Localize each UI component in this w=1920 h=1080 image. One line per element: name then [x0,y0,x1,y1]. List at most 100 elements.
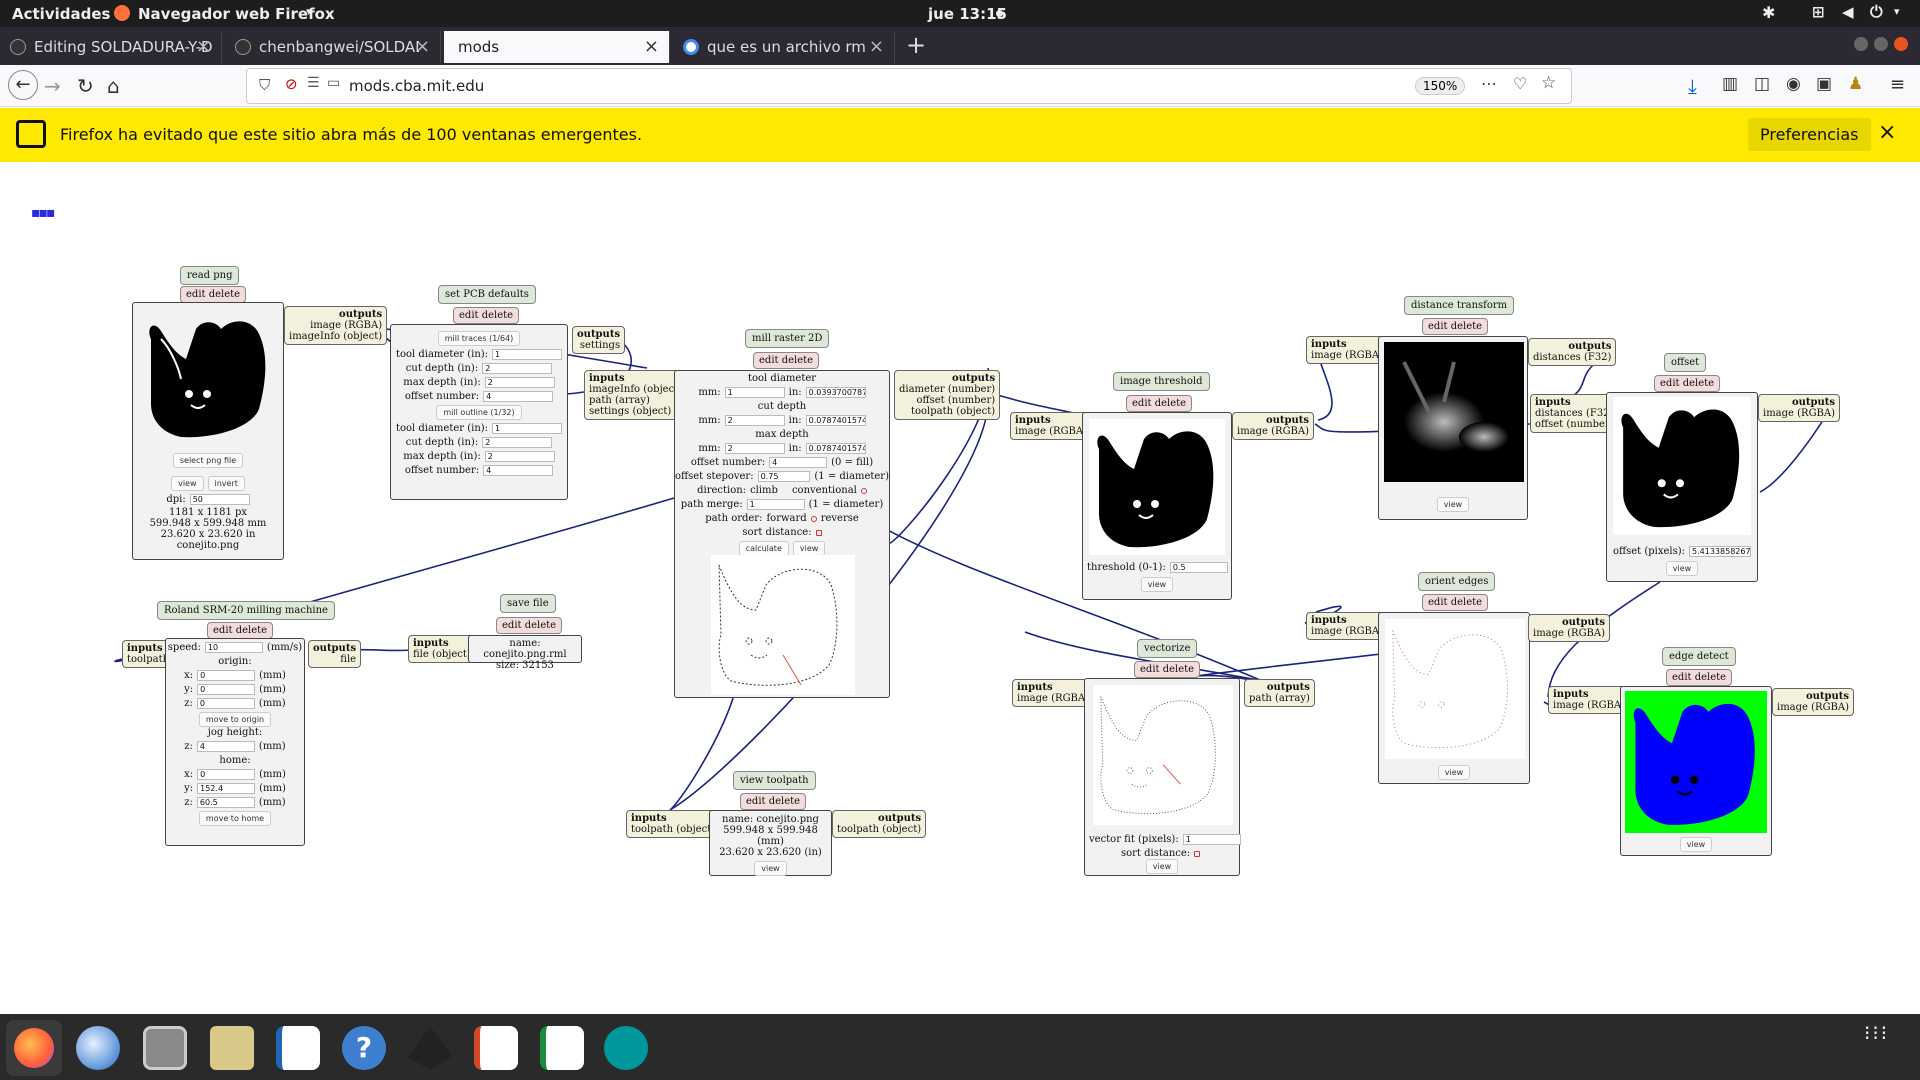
output-image[interactable]: image (RGBA) [1237,426,1309,437]
extension-icon[interactable]: ♟ [1848,74,1863,94]
edge-detect-title[interactable]: edge detect [1662,647,1736,666]
tracking-shield-icon[interactable]: ⛉ [259,76,270,94]
input-image[interactable]: image (RGBA) [1311,626,1383,637]
insecure-lock-icon[interactable]: ⊘ [285,75,298,93]
view-button[interactable]: view [1436,497,1470,512]
vectorize-title[interactable]: vectorize [1137,639,1198,658]
roland-edit-delete[interactable]: edit delete [207,622,274,639]
volume-icon[interactable]: ◀ [1842,3,1854,21]
close-tab-icon[interactable]: × [415,36,430,57]
move-to-home-button[interactable]: move to home [198,811,272,826]
output-path[interactable]: path (array) [1249,693,1310,704]
sidebar-icon[interactable]: ◫ [1754,74,1770,94]
home-z-input[interactable]: 60.5 [196,797,255,808]
read-png-outputs[interactable]: outputs image (RGBA) imageInfo (object) [284,306,388,345]
view-button[interactable]: view [1665,561,1699,576]
threshold-input[interactable]: 0.5 [1169,562,1228,573]
input-distances[interactable]: distances (F32) [1535,408,1614,419]
calculate-button[interactable]: calculate [738,541,789,556]
screenshot-icon[interactable]: ▣ [1816,74,1832,94]
input-toolpath[interactable]: toolpath (object) [631,824,715,835]
network-icon[interactable]: ⊞ [1812,3,1825,21]
view-button[interactable]: view [1437,765,1471,780]
diameter-in-input[interactable]: 0.03937007874 [805,387,866,398]
input-file[interactable]: file (object) [413,649,471,660]
outline-diameter-input[interactable]: 1 [492,423,563,434]
rhythmbox-icon[interactable] [210,1026,254,1070]
traces-max-input[interactable]: 2 [484,377,555,388]
view-button[interactable]: view [1140,577,1174,592]
output-diameter[interactable]: diameter (number) [899,384,995,395]
max-in-input[interactable]: 0.0787401574E [805,443,866,454]
traces-offset-input[interactable]: 4 [483,391,554,402]
pcb-edit-delete[interactable]: edit delete [453,307,520,324]
read-png-edit-delete[interactable]: edit delete [180,286,247,303]
mill-outline-button[interactable]: mill outline (1/32) [436,405,522,420]
orient-inputs[interactable]: inputs image (RGBA) [1306,612,1389,640]
origin-y-input[interactable]: 0 [197,684,256,695]
new-tab-icon[interactable]: + [906,31,926,59]
diameter-mm-input[interactable]: 1 [724,387,785,398]
image-threshold-title[interactable]: image threshold [1113,372,1210,391]
traces-cut-input[interactable]: 2 [482,363,553,374]
output-settings[interactable]: settings [577,340,620,351]
mill-traces-button[interactable]: mill traces (1/64) [437,331,521,346]
output-distances[interactable]: distances (F32) [1533,352,1611,363]
output-image[interactable]: image (RGBA) [1533,628,1605,639]
offset-pixels-input[interactable]: 5.41338582677 [1689,546,1752,557]
move-to-origin-button[interactable]: move to origin [198,712,272,727]
activities-button[interactable]: Actividades [12,5,110,23]
sort-checkbox[interactable] [1194,850,1201,857]
origin-x-input[interactable]: 0 [197,670,256,681]
vectorize-outputs[interactable]: outputs path (array) [1244,679,1315,707]
threshold-inputs[interactable]: inputs image (RGBA) [1010,412,1093,440]
save-inputs[interactable]: inputs file (object) [408,635,476,663]
power-icon[interactable]: ⏻ [1870,2,1883,22]
outline-max-input[interactable]: 2 [484,451,555,462]
vector-fit-input[interactable]: 1 [1182,834,1241,845]
distance-inputs[interactable]: inputs image (RGBA) [1306,336,1389,364]
distance-outputs[interactable]: outputs distances (F32) [1528,338,1617,366]
account-icon[interactable]: ◉ [1786,74,1801,94]
edge-outputs[interactable]: outputs image (RGBA) [1772,688,1855,716]
view-button[interactable]: view [1679,837,1713,852]
writer-icon[interactable] [276,1026,320,1070]
save-file-title[interactable]: save file [500,594,556,613]
reload-icon[interactable]: ↻ [77,74,94,98]
offset-title[interactable]: offset [1664,353,1707,372]
bookmark-star-icon[interactable]: ☆ [1541,73,1556,93]
pcb-outputs[interactable]: outputs settings [572,326,626,354]
view-toolpath-outputs[interactable]: outputs toolpath (object) [832,810,927,838]
calc-icon[interactable] [540,1026,584,1070]
help-icon[interactable]: ? [342,1026,386,1070]
mill-raster-title[interactable]: mill raster 2D [745,329,830,348]
pcb-defaults-title[interactable]: set PCB defaults [438,285,536,304]
system-menu-arrow-icon[interactable]: ▾ [1894,5,1900,18]
select-png-button[interactable]: select png file [172,453,244,468]
tab-google[interactable]: que es un archivo rml - B × [673,31,895,63]
input-path[interactable]: path (array) [589,395,682,406]
page-actions-icon[interactable]: ⋯ [1481,74,1497,93]
close-tab-icon[interactable]: × [869,36,884,57]
vectorize-inputs[interactable]: inputs image (RGBA) [1012,679,1095,707]
output-image[interactable]: image (RGBA) [1763,408,1835,419]
output-file[interactable]: file [313,654,356,665]
distance-transform-title[interactable]: distance transform [1404,296,1515,315]
close-window-icon[interactable] [1894,37,1908,51]
view-button[interactable]: view [1145,859,1179,874]
offset-outputs[interactable]: outputs image (RGBA) [1758,394,1841,422]
conventional-radio[interactable] [860,487,867,494]
roland-outputs[interactable]: outputs file [308,640,362,668]
forward-button-icon[interactable]: → [44,74,61,98]
conventional-option[interactable]: conventional [792,485,857,496]
input-toolpath[interactable]: toolpath [127,654,169,665]
reverse-option[interactable]: reverse [821,513,859,524]
offset-edit-delete[interactable]: edit delete [1654,375,1721,392]
outline-cut-input[interactable]: 2 [482,437,553,448]
edge-inputs[interactable]: inputs image (RGBA) [1548,686,1631,714]
tab-editing[interactable]: Editing SOLDADURA-Y-D × [0,31,222,63]
close-tab-icon[interactable]: × [196,36,211,57]
input-image[interactable]: image (RGBA) [1017,693,1089,704]
save-edit-delete[interactable]: edit delete [496,617,563,634]
input-image[interactable]: image (RGBA) [1311,350,1383,361]
